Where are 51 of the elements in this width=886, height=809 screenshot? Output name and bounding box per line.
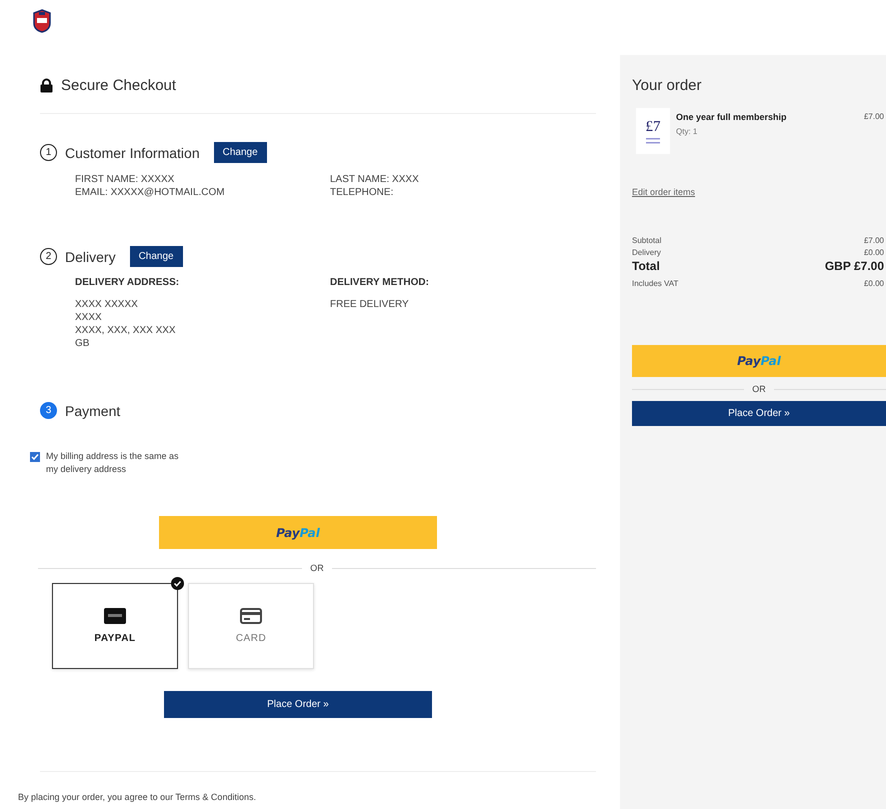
- total-value: £0.00: [864, 278, 884, 290]
- product-price: £7.00: [864, 112, 885, 123]
- step-title: Customer Information: [65, 144, 200, 160]
- field-value: XXXX, XXX, XXX XXX: [75, 324, 177, 337]
- field-value: XXXX XXXXX: [75, 298, 139, 311]
- payment-option[interactable]: CARD: [188, 583, 314, 669]
- change-button[interactable]: Change: [214, 142, 267, 163]
- thumbnail-price: £7: [646, 118, 660, 136]
- shield-logo-icon: [32, 9, 52, 33]
- panel-title: Your order: [632, 77, 702, 94]
- page-title: Secure Checkout: [61, 76, 176, 94]
- payment-option[interactable]: PAYPAL: [52, 583, 178, 669]
- total-value: £0.00: [864, 247, 884, 259]
- checkbox-label: My billing address is the same as my delivery address: [46, 450, 180, 476]
- paypal-button[interactable]: PayPal: [632, 345, 886, 377]
- divider-label: OR: [752, 384, 766, 394]
- divider-label: OR: [310, 563, 324, 573]
- field-value: XXXX: [75, 311, 103, 324]
- place-order-button[interactable]: Place Order »: [632, 401, 886, 426]
- total-label: Subtotal: [632, 235, 662, 247]
- step-title: Payment: [65, 402, 120, 418]
- checkbox[interactable]: [30, 452, 40, 462]
- step-number: 3: [40, 402, 57, 419]
- paypal-button[interactable]: PayPal: [159, 516, 437, 549]
- credit-card-icon: [240, 608, 262, 624]
- product-name: One year full membership: [676, 112, 788, 122]
- field-value: LAST NAME: XXXX: [330, 173, 420, 186]
- wallet-icon: [104, 608, 126, 624]
- text-lines-icon: [646, 138, 660, 144]
- field-heading: DELIVERY ADDRESS:: [75, 277, 180, 288]
- field-heading: DELIVERY METHOD:: [330, 277, 430, 288]
- total-value: £7.00: [864, 235, 884, 247]
- total-value: GBP £7.00: [824, 259, 884, 274]
- terms-text: By placing your order, you agree to our Terms & Conditions.: [18, 792, 257, 802]
- edit-items-link[interactable]: Edit order items: [632, 187, 886, 197]
- total-label: Total: [632, 259, 660, 274]
- field-value: FIRST NAME: XXXXX: [75, 173, 176, 186]
- place-order-button[interactable]: Place Order »: [164, 691, 432, 718]
- check-badge-icon: [171, 577, 184, 590]
- total-label: Delivery: [632, 247, 661, 259]
- product-quantity: Qty: 1: [676, 127, 698, 136]
- step-number: 1: [40, 144, 57, 161]
- field-value: GB: [75, 337, 90, 350]
- field-value: EMAIL: XXXXX@HOTMAIL.COM: [75, 186, 226, 199]
- field-value: FREE DELIVERY: [330, 298, 410, 311]
- change-button[interactable]: Change: [130, 246, 183, 267]
- lock-icon: [40, 78, 53, 92]
- total-label: Includes VAT: [632, 278, 678, 290]
- step-number: 2: [40, 248, 57, 265]
- field-value: TELEPHONE:: [330, 186, 394, 199]
- step-title: Delivery: [65, 248, 116, 264]
